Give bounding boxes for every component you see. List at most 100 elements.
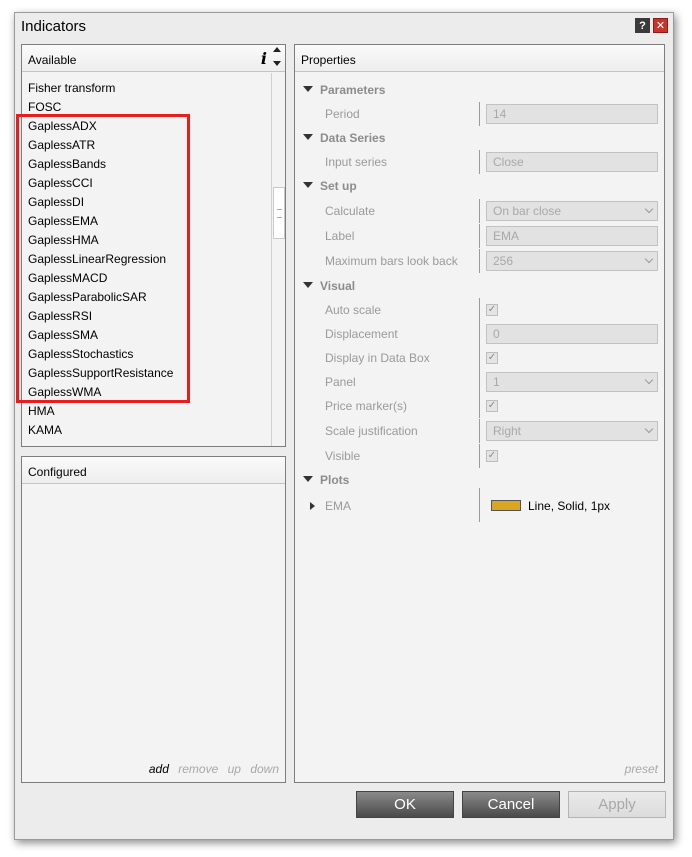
prop-display-in-data-box: Display in Data Box ✓ [295,346,664,370]
select-value: 256 [493,254,514,268]
max-bars-select[interactable]: 256 [486,251,658,271]
prop-label: Input series [325,155,388,169]
configured-header-label: Configured [28,465,87,479]
title-bar[interactable]: Indicators ? ✕ [15,13,673,41]
prop-label: Display in Data Box [325,351,430,365]
scroll-down-icon[interactable] [273,61,281,66]
label-input[interactable]: EMA [486,226,658,246]
category-label: Visual [320,279,356,293]
chevron-down-icon [644,254,654,264]
divider [479,346,480,370]
down-link[interactable]: down [250,762,279,776]
prop-max-bars: Maximum bars look back 256 [295,249,664,273]
expand-arrow-icon[interactable] [303,182,313,188]
display-in-data-box-checkbox[interactable]: ✓ [486,352,498,364]
prop-label: Scale justification [325,424,418,438]
cancel-button[interactable]: Cancel [462,791,560,818]
expand-arrow-icon[interactable] [303,476,313,482]
panel-select[interactable]: 1 [486,372,658,392]
list-item[interactable]: HMA [28,404,55,418]
plot-color-swatch[interactable] [491,500,521,511]
select-value: 1 [493,375,500,389]
prop-visible: Visible ✓ [295,444,664,468]
scrollbar-thumb[interactable] [273,187,285,239]
divider [479,322,480,346]
properties-header-label: Properties [301,53,356,67]
period-input[interactable]: 14 [486,104,658,124]
category-data-series[interactable]: Data Series [295,126,664,150]
prop-label: Displacement [325,327,398,341]
scroll-up-icon[interactable] [273,47,281,52]
prop-calculate: Calculate On bar close [295,199,664,223]
scale-justification-select[interactable]: Right [486,421,658,441]
expand-arrow-icon[interactable] [303,86,313,92]
category-label: Set up [320,179,357,193]
available-header-label: Available [28,53,77,67]
prop-label: Label [325,229,355,243]
up-link[interactable]: up [228,762,241,776]
list-scroll-arrows [271,44,285,72]
apply-button[interactable]: Apply [568,791,666,818]
select-value: On bar close [493,204,562,218]
displacement-input[interactable]: 0 [486,324,658,344]
plot-style-value[interactable]: Line, Solid, 1px [528,499,610,513]
prop-displacement: Displacement 0 [295,322,664,346]
available-scrollbar[interactable] [271,73,285,446]
ok-button[interactable]: OK [356,791,454,818]
expand-right-icon[interactable] [310,502,315,510]
prop-label: Panel [325,375,356,389]
divider [479,488,480,522]
chevron-down-icon [644,204,654,214]
chevron-down-icon [644,375,654,385]
prop-label: EMA [325,499,352,513]
divider [479,249,480,273]
category-parameters[interactable]: Parameters [295,78,664,102]
prop-period: Period 14 [295,102,664,126]
list-item[interactable]: Fisher transform [28,81,115,95]
configured-header: Configured [22,457,285,484]
expand-arrow-icon[interactable] [303,134,313,140]
info-icon[interactable]: i [261,49,267,68]
close-button[interactable]: ✕ [653,18,668,33]
divider [479,419,480,443]
prop-label: Price marker(s) [325,399,408,413]
category-label: Parameters [320,83,386,97]
add-link[interactable]: add [149,762,169,776]
window-title: Indicators [21,18,87,35]
properties-panel: Properties Parameters Period 14 Data Ser… [294,44,665,783]
divider [479,298,480,322]
highlight-box [16,114,190,403]
list-item[interactable]: FOSC [28,100,61,114]
list-item[interactable]: KAMA [28,423,62,437]
help-button[interactable]: ? [635,18,650,33]
prop-label: Visible [325,449,361,463]
expand-arrow-icon[interactable] [303,282,313,288]
category-setup[interactable]: Set up [295,174,664,198]
prop-plot-ema[interactable]: EMA Line, Solid, 1px [295,488,664,522]
divider [479,224,480,248]
prop-input-series: Input series Close [295,150,664,174]
prop-label: Calculate [325,204,376,218]
divider [479,102,480,126]
prop-label: Period [325,107,360,121]
chevron-down-icon [644,424,654,434]
prop-label: Maximum bars look back [325,254,458,268]
divider [479,199,480,223]
prop-scale-justification: Scale justification Right [295,419,664,443]
remove-link[interactable]: remove [178,762,218,776]
configured-actions: add remove up down [143,762,279,776]
category-label: Data Series [320,131,386,145]
input-series-field[interactable]: Close [486,152,658,172]
prop-label: Auto scale [325,303,382,317]
divider [479,444,480,468]
category-visual[interactable]: Visual [295,274,664,298]
prop-price-markers: Price marker(s) ✓ [295,394,664,418]
visible-checkbox[interactable]: ✓ [486,450,498,462]
preset-link[interactable]: preset [625,762,658,776]
auto-scale-checkbox[interactable]: ✓ [486,304,498,316]
price-markers-checkbox[interactable]: ✓ [486,400,498,412]
category-label: Plots [320,473,350,487]
prop-panel: Panel 1 [295,370,664,394]
calculate-select[interactable]: On bar close [486,201,658,221]
prop-auto-scale: Auto scale ✓ [295,298,664,322]
